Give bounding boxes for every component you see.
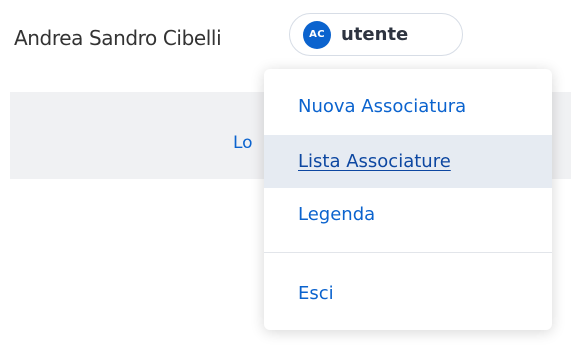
user-name: Andrea Sandro Cibelli [14, 26, 222, 50]
banner-link-text[interactable]: Lo [233, 133, 253, 153]
menu-item-esci[interactable]: Esci [264, 274, 552, 314]
user-role-label: utente [341, 24, 409, 45]
user-dropdown-menu: Nuova Associatura Lista Associature Lege… [264, 69, 552, 330]
user-menu-button[interactable]: AC utente [289, 13, 463, 56]
menu-item-nuova-associatura[interactable]: Nuova Associatura [264, 87, 552, 127]
menu-item-lista-associature[interactable]: Lista Associature [264, 135, 552, 188]
avatar: AC [303, 20, 331, 49]
menu-item-legenda[interactable]: Legenda [264, 195, 552, 235]
menu-divider [264, 252, 552, 253]
